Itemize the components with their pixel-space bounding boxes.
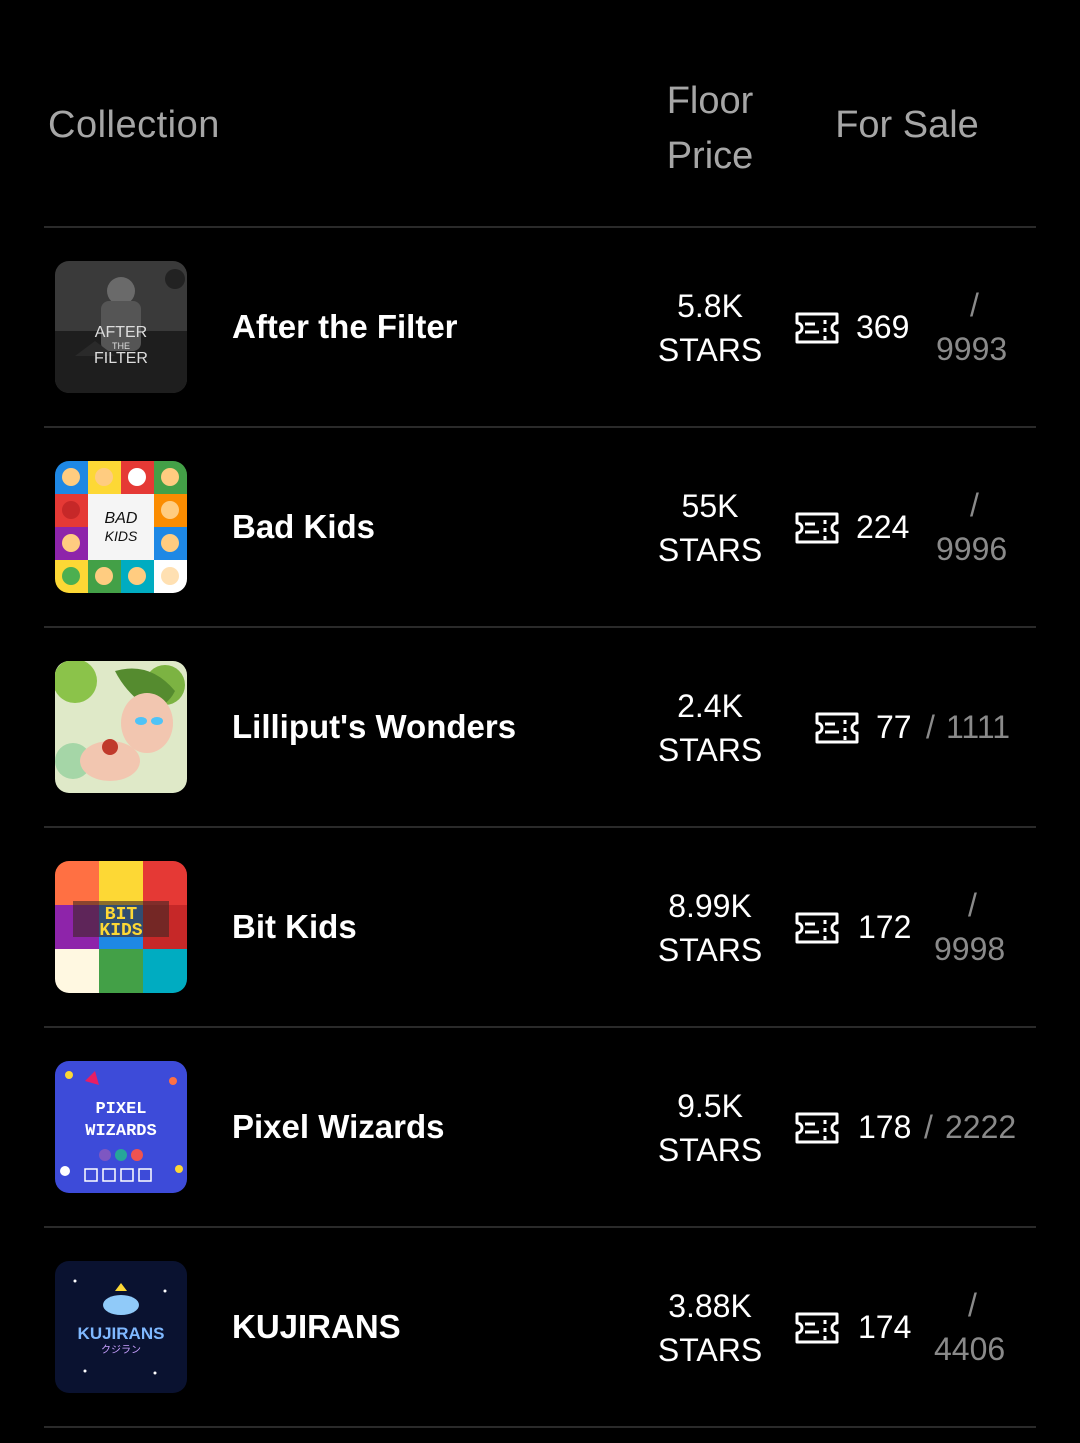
for-sale: 178 / 2222 [794,1028,1039,1226]
collection-thumbnail [55,661,187,793]
ticket-icon [794,311,840,345]
for-sale-count: 174 [858,1309,912,1345]
separator: / [968,1287,977,1323]
floor-price: 9.5K STARS [640,1084,780,1172]
for-sale: 224 / 9996 [794,428,1039,626]
floor-price: 3.88K STARS [640,1284,780,1372]
price-value: 3.88K [668,1288,752,1324]
total-supply: 2222 [945,1109,1017,1145]
collection-name[interactable]: KUJIRANS [232,1228,401,1426]
thumb-text: WIZARDS [85,1122,156,1141]
for-sale: 172 / 9998 [794,828,1039,1026]
header-floor-line2: Price [666,135,754,177]
thumb-text: KIDS [99,921,142,941]
ticket-icon [794,911,840,945]
separator: / [924,1109,933,1145]
total-supply: 1111 [946,709,1011,745]
separator: / [970,487,979,523]
separator: / [970,287,979,323]
floor-price: 55K STARS [640,484,780,572]
collections-table: Collection Floor Price For Sale AFTER TH… [0,0,1080,1428]
thumb-text: クジラン [101,1344,141,1356]
floor-price: 2.4K STARS [640,684,780,772]
header-collection[interactable]: Collection [48,104,220,147]
floor-price: 5.8K STARS [640,284,780,372]
collection-thumbnail: AFTER THE FILTER [55,261,187,393]
ticket-icon [814,711,860,745]
for-sale-count: 224 [856,509,910,545]
price-value: 8.99K [668,888,752,924]
for-sale-count: 172 [858,909,912,945]
table-row[interactable]: PIXEL WIZARDS Pixel Wizards 9.5K STARS 1… [44,1028,1036,1228]
header-for-sale[interactable]: For Sale [812,104,1002,147]
total-supply: 9998 [934,931,1006,967]
total-supply: 9996 [936,531,1008,567]
table-row[interactable]: BIT KIDS Bit Kids 8.99K STARS 172 / 9998 [44,828,1036,1028]
for-sale-count: 77 [876,709,912,745]
table-row[interactable]: BAD KIDS Bad Kids 55K STARS 224 / 9996 [44,428,1036,628]
table-row[interactable]: AFTER THE FILTER After the Filter 5.8K S… [44,228,1036,428]
table-row[interactable]: Lilliput's Wonders 2.4K STARS 77 / 1111 [44,628,1036,828]
collection-name[interactable]: After the Filter [232,228,458,426]
thumb-text: KIDS [105,528,138,544]
thumb-text: AFTER [95,324,147,341]
table-row[interactable]: KUJIRANS クジラン KUJIRANS 3.88K STARS 174 /… [44,1228,1036,1428]
table-header: Collection Floor Price For Sale [44,0,1036,228]
for-sale: 174 / 4406 [794,1228,1039,1426]
thumb-text: PIXEL [95,1100,146,1119]
collection-name[interactable]: Bad Kids [232,428,375,626]
collection-name[interactable]: Pixel Wizards [232,1028,444,1226]
collection-thumbnail: KUJIRANS クジラン [55,1261,187,1393]
floor-price: 8.99K STARS [640,884,780,972]
price-value: 2.4K [677,688,743,724]
separator: / [968,887,977,923]
ticket-icon [794,1111,840,1145]
for-sale-count: 178 [858,1109,912,1145]
thumb-text: FILTER [94,350,148,367]
price-value: 9.5K [677,1088,743,1124]
price-unit: STARS [657,332,763,368]
for-sale-count: 369 [856,309,910,345]
price-value: 55K [681,488,739,524]
header-floor-price[interactable]: Floor Price [644,74,776,184]
thumb-text: KUJIRANS [78,1324,165,1343]
price-value: 5.8K [677,288,743,324]
collection-name[interactable]: Lilliput's Wonders [232,628,516,826]
ticket-icon [794,511,840,545]
header-floor-line1: Floor [666,80,754,122]
for-sale: 77 / 1111 [794,628,1039,826]
total-supply: 4406 [934,1331,1006,1367]
collection-thumbnail: BAD KIDS [55,461,187,593]
collection-name[interactable]: Bit Kids [232,828,357,1026]
collection-thumbnail: PIXEL WIZARDS [55,1061,187,1193]
price-unit: STARS [657,1332,763,1368]
price-unit: STARS [657,932,763,968]
price-unit: STARS [657,732,763,768]
collection-thumbnail: BIT KIDS [55,861,187,993]
for-sale: 369 / 9993 [794,228,1039,426]
ticket-icon [794,1311,840,1345]
separator: / [926,709,935,745]
thumb-text: BAD [105,510,138,527]
price-unit: STARS [657,532,763,568]
total-supply: 9993 [936,331,1008,367]
price-unit: STARS [657,1132,763,1168]
